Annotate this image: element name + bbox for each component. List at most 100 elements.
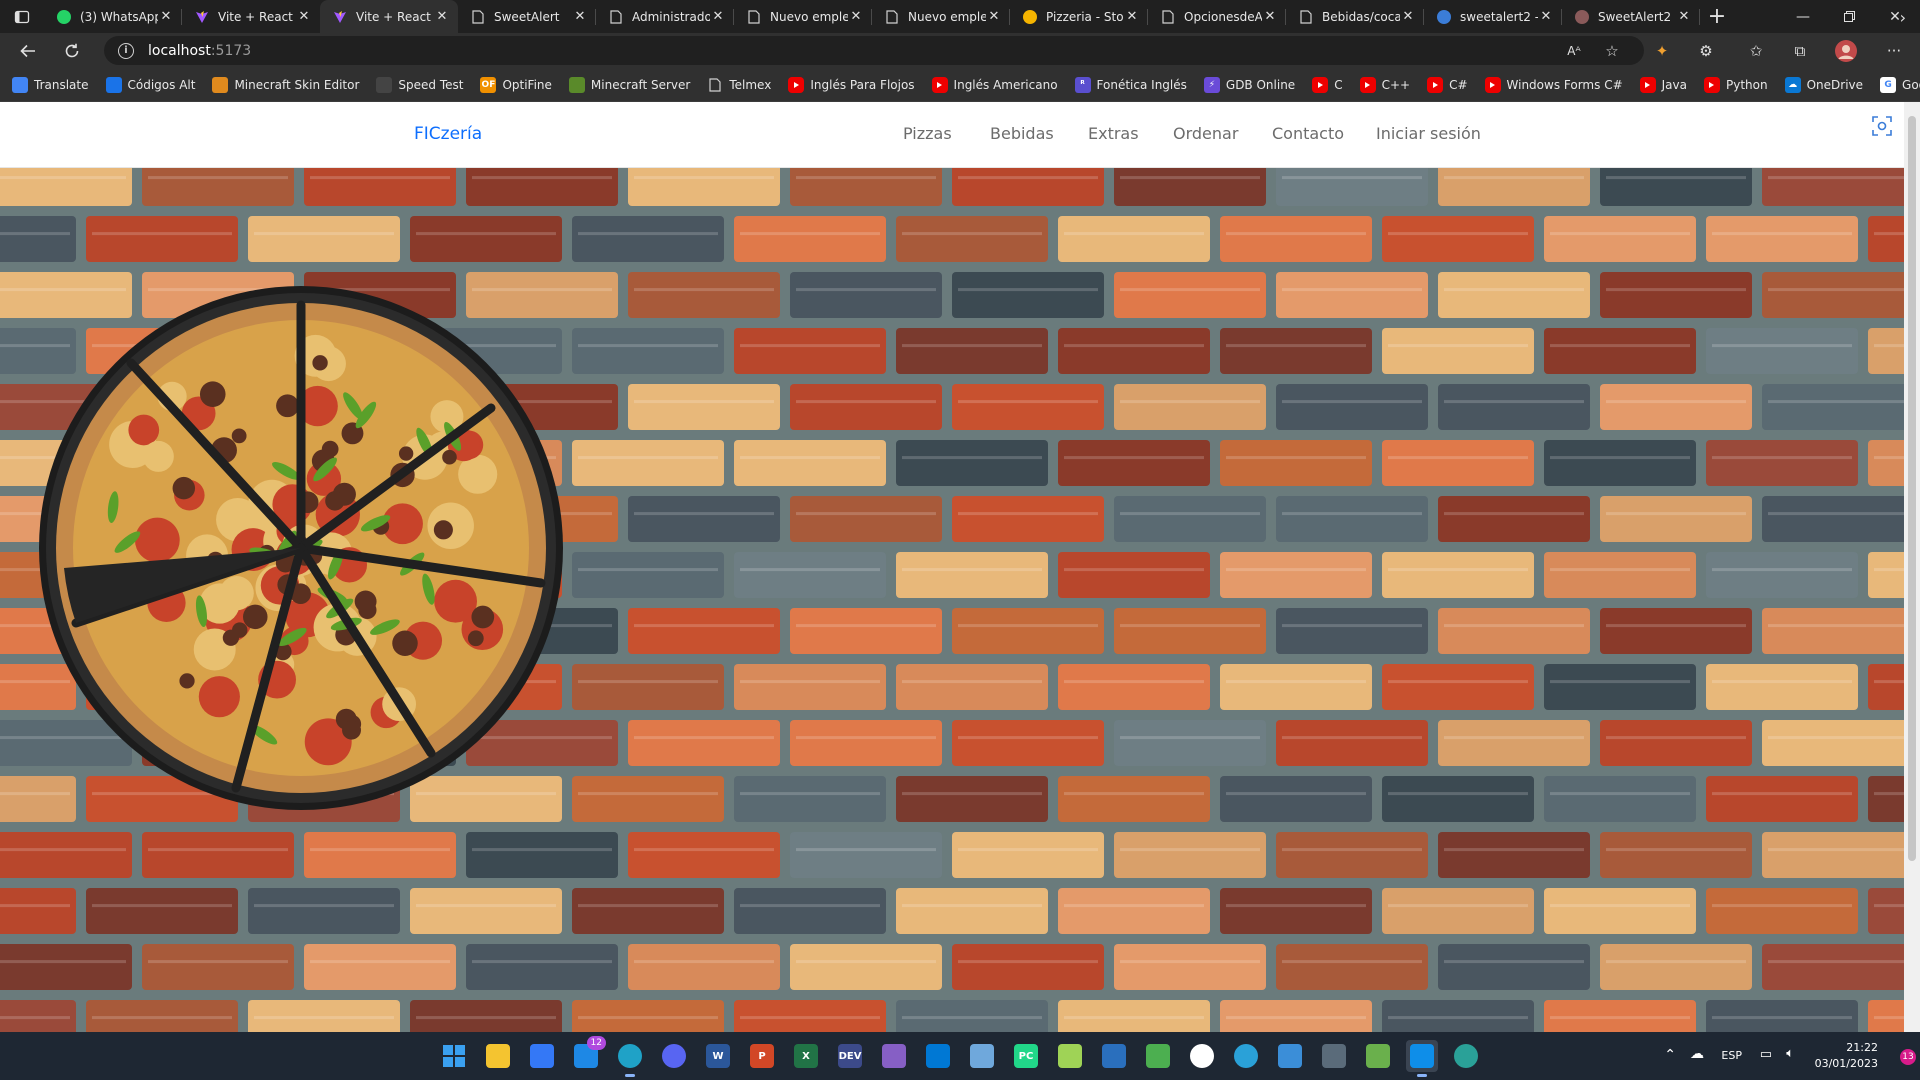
onedrive-cloud-icon[interactable]: ☁	[1690, 1046, 1704, 1062]
taskbar-app-button[interactable]	[1230, 1040, 1262, 1072]
browser-tab[interactable]: Bebidas/coca ✕	[1286, 0, 1424, 33]
close-tab-icon[interactable]: ✕	[1676, 9, 1692, 25]
close-tab-icon[interactable]: ✕	[1124, 9, 1140, 25]
nav-link-iniciar-sesion[interactable]: Iniciar sesión	[1376, 124, 1481, 143]
browser-tab[interactable]: OpcionesdeA ✕	[1148, 0, 1286, 33]
close-tab-icon[interactable]: ✕	[1400, 9, 1416, 25]
close-tab-icon[interactable]: ✕	[158, 9, 174, 25]
read-aloud-button[interactable]: Aᴬ	[1562, 39, 1586, 63]
taskbar-app-button[interactable]	[614, 1040, 646, 1077]
favorite-link[interactable]: ᴿ Fonética Inglés	[1074, 76, 1187, 93]
favorite-link[interactable]: Telmex	[707, 77, 771, 93]
taskbar-app-button[interactable]	[658, 1040, 690, 1072]
taskbar-app-button[interactable]	[1054, 1040, 1086, 1072]
browser-tab[interactable]: Nuevo emple ✕	[872, 0, 1010, 33]
collections-button[interactable]: ⧉	[1788, 39, 1812, 63]
close-tab-icon[interactable]: ✕	[1538, 9, 1554, 25]
taskbar-app-button[interactable]	[878, 1040, 910, 1072]
add-favorite-button[interactable]: ☆	[1600, 39, 1624, 63]
browser-tab[interactable]: sweetalert2 - ✕	[1424, 0, 1562, 33]
taskbar-app-button[interactable]	[922, 1040, 954, 1072]
close-window-button[interactable]: ✕	[1872, 0, 1918, 33]
close-tab-icon[interactable]: ✕	[296, 9, 312, 25]
volume-icon[interactable]: 🔈︎	[1786, 1046, 1794, 1061]
page-scrollbar[interactable]	[1904, 102, 1920, 1032]
favorite-link[interactable]: Minecraft Skin Editor	[212, 76, 359, 93]
taskbar-app-button[interactable]: W	[702, 1040, 734, 1072]
input-language[interactable]: ESP	[1721, 1049, 1742, 1062]
favorite-link[interactable]: Inglés Para Flojos	[788, 76, 915, 93]
site-info-icon[interactable]: i	[118, 42, 134, 59]
settings-menu-button[interactable]: ···	[1882, 39, 1906, 63]
close-tab-icon[interactable]: ✕	[986, 9, 1002, 25]
visual-search-icon[interactable]	[1872, 116, 1892, 136]
favorite-link[interactable]: Inglés Americano	[931, 76, 1058, 93]
favorite-link[interactable]: C#	[1427, 76, 1468, 93]
favorite-link[interactable]: Códigos Alt	[105, 76, 195, 93]
nav-link-contacto[interactable]: Contacto	[1272, 124, 1344, 143]
taskbar-app-button[interactable]	[966, 1040, 998, 1072]
favorites-button[interactable]: ✩	[1744, 39, 1768, 63]
favorite-link[interactable]: ☁ OneDrive	[1784, 76, 1863, 93]
browser-tab[interactable]: Administrado ✕	[596, 0, 734, 33]
restore-button[interactable]	[1826, 0, 1872, 33]
browser-tab[interactable]: Vite + React ✕	[320, 0, 458, 33]
favorites-overflow-button[interactable]: ›	[1900, 8, 1906, 27]
favorite-link[interactable]: C	[1312, 76, 1343, 93]
taskbar-app-button[interactable]: DEV	[834, 1040, 866, 1072]
close-tab-icon[interactable]: ✕	[1262, 9, 1278, 25]
taskbar-app-button[interactable]: PC	[1010, 1040, 1042, 1072]
taskbar-app-button[interactable]	[1186, 1040, 1218, 1072]
close-tab-icon[interactable]: ✕	[434, 9, 450, 25]
taskbar-app-button[interactable]: X	[790, 1040, 822, 1072]
minimize-button[interactable]: —	[1780, 0, 1826, 33]
close-tab-icon[interactable]: ✕	[848, 9, 864, 25]
new-tab-button[interactable]: +	[1700, 0, 1734, 33]
taskbar-app-button[interactable]: P	[746, 1040, 778, 1072]
taskbar-app-button[interactable]	[1362, 1040, 1394, 1072]
favorite-link[interactable]: Translate	[12, 76, 89, 93]
taskbar-app-button[interactable]	[482, 1040, 514, 1072]
notification-badge[interactable]: 13	[1900, 1049, 1916, 1065]
favorite-link[interactable]: Java	[1639, 76, 1687, 93]
browser-tab[interactable]: Pizzeria - Stor ✕	[1010, 0, 1148, 33]
network-icon[interactable]: ▭	[1760, 1047, 1772, 1062]
reload-button[interactable]	[54, 33, 90, 68]
browser-tab[interactable]: SweetAlert2 ✕	[1562, 0, 1700, 33]
tray-overflow-chevron-icon[interactable]: ⌃	[1664, 1047, 1676, 1063]
favorite-link[interactable]: Python	[1703, 76, 1768, 93]
extension-button[interactable]: ✦	[1650, 39, 1674, 63]
nav-link-pizzas[interactable]: Pizzas	[903, 124, 952, 143]
taskbar-app-button[interactable]	[438, 1040, 470, 1072]
browser-tab[interactable]: Vite + React ✕	[182, 0, 320, 33]
browser-tab[interactable]: (3) WhatsApp ✕	[44, 0, 182, 33]
favorite-link[interactable]: OF OptiFine	[480, 76, 552, 93]
favorite-link[interactable]: ⚡ GDB Online	[1203, 76, 1295, 93]
close-tab-icon[interactable]: ✕	[710, 9, 726, 25]
taskbar-app-button[interactable]	[1274, 1040, 1306, 1072]
site-brand-link[interactable]: FICzería	[414, 124, 482, 144]
taskbar-app-button[interactable]	[1098, 1040, 1130, 1072]
taskbar-app-button[interactable]	[1450, 1040, 1482, 1072]
taskbar-app-button[interactable]	[526, 1040, 558, 1072]
taskbar-app-button[interactable]	[1406, 1040, 1438, 1077]
workspaces-button[interactable]	[0, 0, 44, 33]
favorite-link[interactable]: G Google	[1880, 76, 1920, 93]
url-field[interactable]: i localhost:5173	[104, 36, 1644, 65]
browser-tab[interactable]: SweetAlert ✕	[458, 0, 596, 33]
extensions-button[interactable]: ⚙	[1694, 39, 1718, 63]
taskbar-app-button[interactable]	[1318, 1040, 1350, 1072]
back-button[interactable]	[10, 33, 46, 68]
favorite-link[interactable]: Speed Test	[376, 76, 463, 93]
scrollbar-thumb[interactable]	[1908, 116, 1916, 861]
taskbar-app-button[interactable]	[1142, 1040, 1174, 1072]
close-tab-icon[interactable]: ✕	[572, 9, 588, 25]
favorite-link[interactable]: Minecraft Server	[568, 76, 690, 93]
clock-time[interactable]: 21:22	[1846, 1041, 1878, 1054]
clock-date[interactable]: 03/01/2023	[1815, 1057, 1878, 1070]
nav-link-ordenar[interactable]: Ordenar	[1173, 124, 1238, 143]
nav-link-bebidas[interactable]: Bebidas	[990, 124, 1054, 143]
nav-link-extras[interactable]: Extras	[1088, 124, 1139, 143]
taskbar-app-button[interactable]: 12	[570, 1036, 606, 1072]
favorite-link[interactable]: Windows Forms C#	[1484, 76, 1623, 93]
